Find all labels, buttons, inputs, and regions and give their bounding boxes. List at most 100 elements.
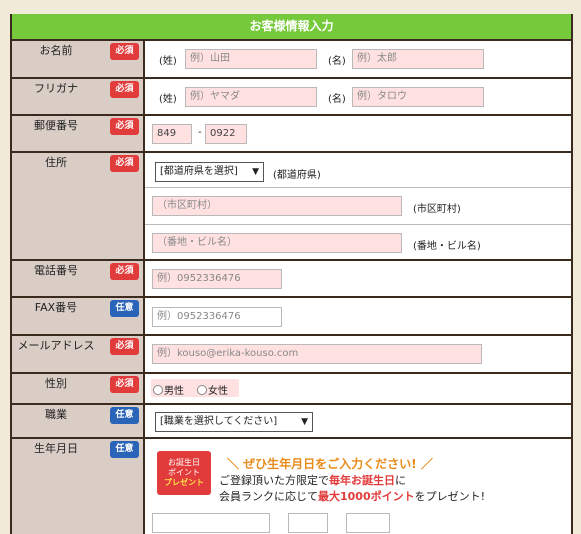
promo-line2: 会員ランクに応じて最大1000ポイントをプレゼント!: [219, 488, 485, 504]
field-label-address: 住所: [45, 156, 67, 169]
gift-icon: お誕生日 ポイント プレゼント: [157, 451, 211, 495]
sei-label: (姓): [159, 94, 177, 105]
row-gender: 性別 必須 男性 女性: [12, 374, 571, 403]
row-name: お名前 必須 (姓) 例）山田 (名) 例）太郎: [12, 41, 571, 77]
male-label: 男性: [164, 386, 184, 397]
birth-year-select[interactable]: [152, 513, 270, 533]
field-label-email: メールアドレス: [17, 339, 95, 352]
optional-badge: 任意: [110, 407, 139, 424]
required-badge: 必須: [110, 263, 139, 280]
birth-day-select[interactable]: [346, 513, 390, 533]
promo-line1: ご登録頂いた方限定で毎年お誕生日に: [219, 472, 406, 488]
row-birthday: 生年月日 任意 お誕生日 ポイント プレゼント ＼ ぜひ生年月日をご入力ください…: [12, 439, 571, 534]
zip-part1-input[interactable]: 849: [152, 124, 192, 144]
value-cell: [都道府県を選択] ▼ (都道府県) （市区町村） (市区町村) （番地・ビル名…: [145, 153, 571, 259]
value-cell: 男性 女性: [145, 374, 571, 403]
row-kana: フリガナ 必須 (姓) 例）ヤマダ (名) 例）タロウ: [12, 79, 571, 114]
required-badge: 必須: [110, 81, 139, 98]
optional-badge: 任意: [110, 441, 139, 458]
city-input[interactable]: （市区町村）: [152, 196, 402, 216]
required-badge: 必須: [110, 43, 139, 60]
mei-label: (名): [328, 94, 346, 105]
value-cell: (姓) 例）ヤマダ (名) 例）タロウ: [145, 79, 571, 114]
job-select[interactable]: [職業を選択してください] ▼: [155, 412, 313, 432]
gender-female-option[interactable]: 女性: [197, 382, 228, 397]
row-address: 住所 必須 [都道府県を選択] ▼ (都道府県) （市区町村） (市区町村) （…: [12, 153, 571, 259]
promo-text: に: [395, 474, 406, 487]
field-label-phone: 電話番号: [34, 264, 78, 277]
row-phone: 電話番号 必須 例）0952336476: [12, 261, 571, 296]
label-cell: FAX番号 任意: [12, 298, 143, 334]
required-badge: 必須: [110, 118, 139, 135]
gender-male-option[interactable]: 男性: [153, 382, 184, 397]
label-cell: お名前 必須: [12, 41, 143, 77]
dropdown-arrow-icon: ▼: [301, 417, 308, 427]
radio-icon[interactable]: [153, 385, 163, 395]
row-email: メールアドレス 必須 例）kouso@erika-kouso.com: [12, 336, 571, 372]
field-label-birthday: 生年月日: [34, 442, 78, 455]
row-job: 職業 任意 [職業を選択してください] ▼: [12, 405, 571, 437]
label-cell: 生年月日 任意: [12, 439, 143, 534]
value-cell: 849 - 0922: [145, 116, 571, 151]
divider: [145, 187, 571, 188]
prefecture-select[interactable]: [都道府県を選択] ▼: [155, 162, 264, 182]
field-label-fax: FAX番号: [34, 301, 78, 314]
prefecture-select-value: [都道府県を選択]: [160, 166, 238, 177]
city-suffix: (市区町村): [413, 204, 461, 215]
value-cell: 例）kouso@erika-kouso.com: [145, 336, 571, 372]
dropdown-arrow-icon: ▼: [252, 167, 259, 177]
promo-text: ご登録頂いた方限定で: [219, 474, 329, 487]
promo-text: をプレゼント!: [414, 490, 486, 503]
label-cell: 職業 任意: [12, 405, 143, 437]
street-suffix: (番地・ビル名): [413, 241, 481, 252]
row-fax: FAX番号 任意 例）0952336476: [12, 298, 571, 334]
value-cell: [職業を選択してください] ▼: [145, 405, 571, 437]
value-cell: 例）0952336476: [145, 298, 571, 334]
fax-input[interactable]: 例）0952336476: [152, 307, 282, 327]
required-badge: 必須: [110, 338, 139, 355]
promo-highlight: 毎年お誕生日: [329, 474, 395, 487]
required-badge: 必須: [110, 155, 139, 172]
email-input[interactable]: 例）kouso@erika-kouso.com: [152, 344, 482, 364]
row-zip: 郵便番号 必須 849 - 0922: [12, 116, 571, 151]
label-cell: メールアドレス 必須: [12, 336, 143, 372]
label-cell: 住所 必須: [12, 153, 143, 259]
kana-mei-input[interactable]: 例）タロウ: [352, 87, 484, 107]
mei-label: (名): [328, 56, 346, 67]
required-badge: 必須: [110, 376, 139, 393]
sei-label: (姓): [159, 56, 177, 67]
zip-separator: -: [198, 127, 202, 138]
field-label-gender: 性別: [45, 377, 67, 390]
name-mei-input[interactable]: 例）太郎: [352, 49, 484, 69]
value-cell: 例）0952336476: [145, 261, 571, 296]
promo-title: ＼ ぜひ生年月日をご入力ください! ／: [227, 457, 433, 471]
female-label: 女性: [208, 386, 228, 397]
promo-highlight: 最大1000ポイント: [318, 490, 415, 503]
gift-line1: お誕生日: [168, 458, 200, 467]
birth-month-select[interactable]: [288, 513, 328, 533]
phone-input[interactable]: 例）0952336476: [152, 269, 282, 289]
label-cell: フリガナ 必須: [12, 79, 143, 114]
pref-suffix: (都道府県): [273, 170, 321, 181]
radio-icon[interactable]: [197, 385, 207, 395]
value-cell: (姓) 例）山田 (名) 例）太郎: [145, 41, 571, 77]
field-label-name: お名前: [39, 44, 73, 57]
gift-line2: ポイント: [168, 468, 200, 477]
form-title: お客様情報入力: [12, 14, 571, 39]
street-input[interactable]: （番地・ビル名）: [152, 233, 402, 253]
label-cell: 郵便番号 必須: [12, 116, 143, 151]
promo-text: 会員ランクに応じて: [219, 490, 318, 503]
label-cell: 電話番号 必須: [12, 261, 143, 296]
divider: [145, 224, 571, 225]
name-sei-input[interactable]: 例）山田: [185, 49, 317, 69]
field-label-zip: 郵便番号: [34, 119, 78, 132]
field-label-job: 職業: [45, 408, 67, 421]
optional-badge: 任意: [110, 300, 139, 317]
job-select-value: [職業を選択してください]: [160, 416, 278, 427]
label-cell: 性別 必須: [12, 374, 143, 403]
value-cell: お誕生日 ポイント プレゼント ＼ ぜひ生年月日をご入力ください! ／ ご登録頂…: [145, 439, 571, 534]
kana-sei-input[interactable]: 例）ヤマダ: [185, 87, 317, 107]
zip-part2-input[interactable]: 0922: [205, 124, 247, 144]
field-label-kana: フリガナ: [34, 82, 78, 95]
customer-info-form: お客様情報入力 お名前 必須 (姓) 例）山田 (名) 例）太郎 フリガナ 必須…: [10, 14, 573, 534]
